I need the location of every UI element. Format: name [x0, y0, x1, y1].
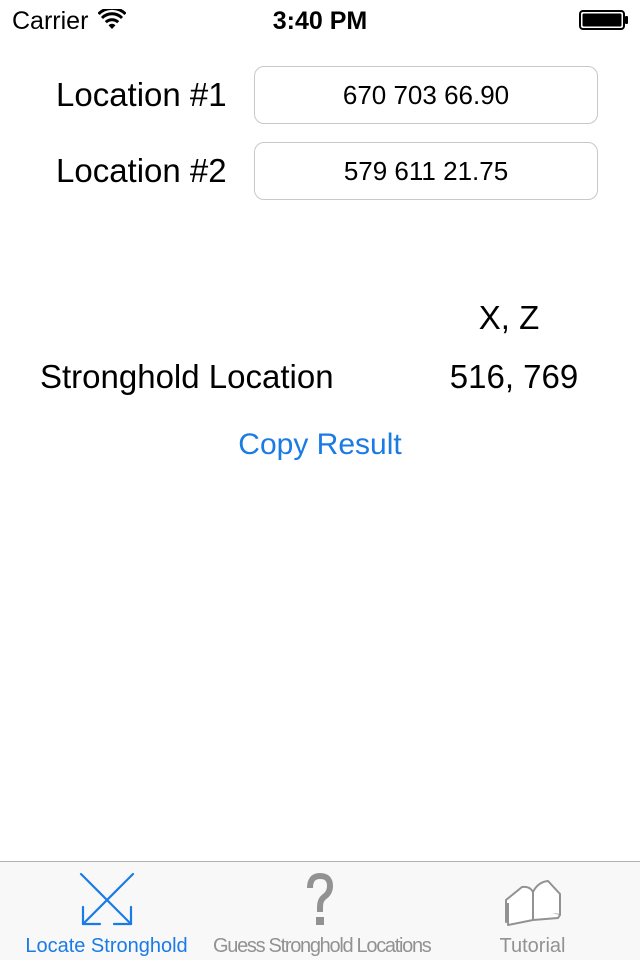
location1-field[interactable] [254, 66, 598, 124]
result-label: Stronghold Location [40, 358, 334, 395]
location2-field[interactable] [254, 142, 598, 200]
coordinate-header: X, Z [478, 299, 540, 336]
location1-label: Location #1 [56, 76, 227, 113]
tab-label: Locate Stronghold [25, 935, 188, 957]
tab-guess-stronghold-locations[interactable]: Guess Stronghold Locations [213, 862, 432, 960]
tab-locate-stronghold[interactable]: Locate Stronghold [0, 862, 213, 960]
status-bar: Carrier 3:40 PM [0, 0, 640, 40]
crossed-arrows-icon [79, 872, 134, 926]
tab-tutorial[interactable]: Tutorial [426, 862, 639, 960]
question-mark-icon [306, 872, 333, 925]
location2-label: Location #2 [56, 152, 227, 189]
screen: Carrier 3:40 PM Location #1 Location #2 … [0, 0, 640, 960]
copy-result-button[interactable]: Copy Result [0, 425, 640, 465]
tab-bar: Locate Stronghold Guess Stronghold Locat… [0, 861, 640, 960]
status-time: 3:40 PM [272, 7, 368, 35]
tab-label: Tutorial [499, 935, 566, 957]
tab-label: Guess Stronghold Locations [213, 935, 432, 957]
result-value: 516, 769 [449, 358, 579, 395]
battery-icon [579, 10, 628, 30]
book-icon [504, 880, 561, 926]
